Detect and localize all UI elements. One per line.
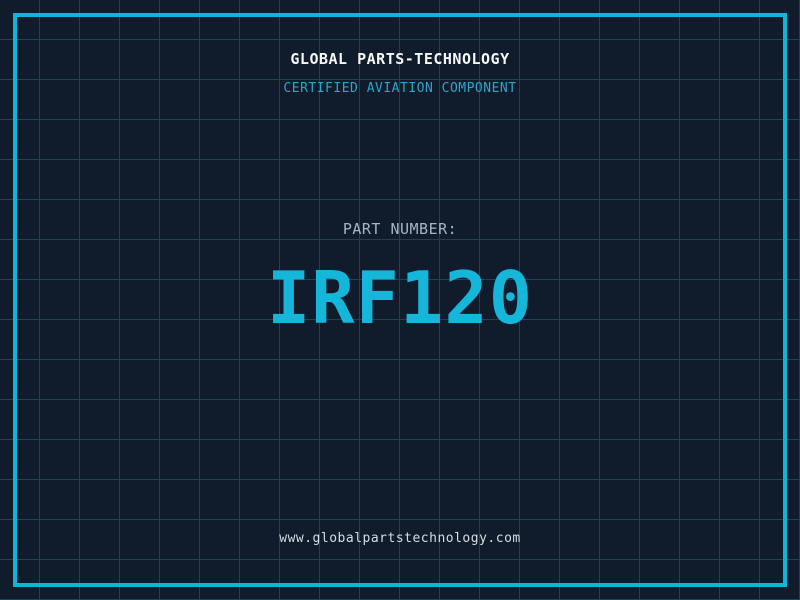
certification-tagline: CERTIFIED AVIATION COMPONENT [0, 81, 800, 96]
website-url: www.globalpartstechnology.com [0, 531, 800, 546]
company-title: GLOBAL PARTS-TECHNOLOGY [0, 50, 800, 68]
part-number-label: PART NUMBER: [0, 220, 800, 238]
part-number-value: IRF120 [0, 252, 800, 344]
part-label-canvas: GLOBAL PARTS-TECHNOLOGY CERTIFIED AVIATI… [0, 0, 800, 600]
